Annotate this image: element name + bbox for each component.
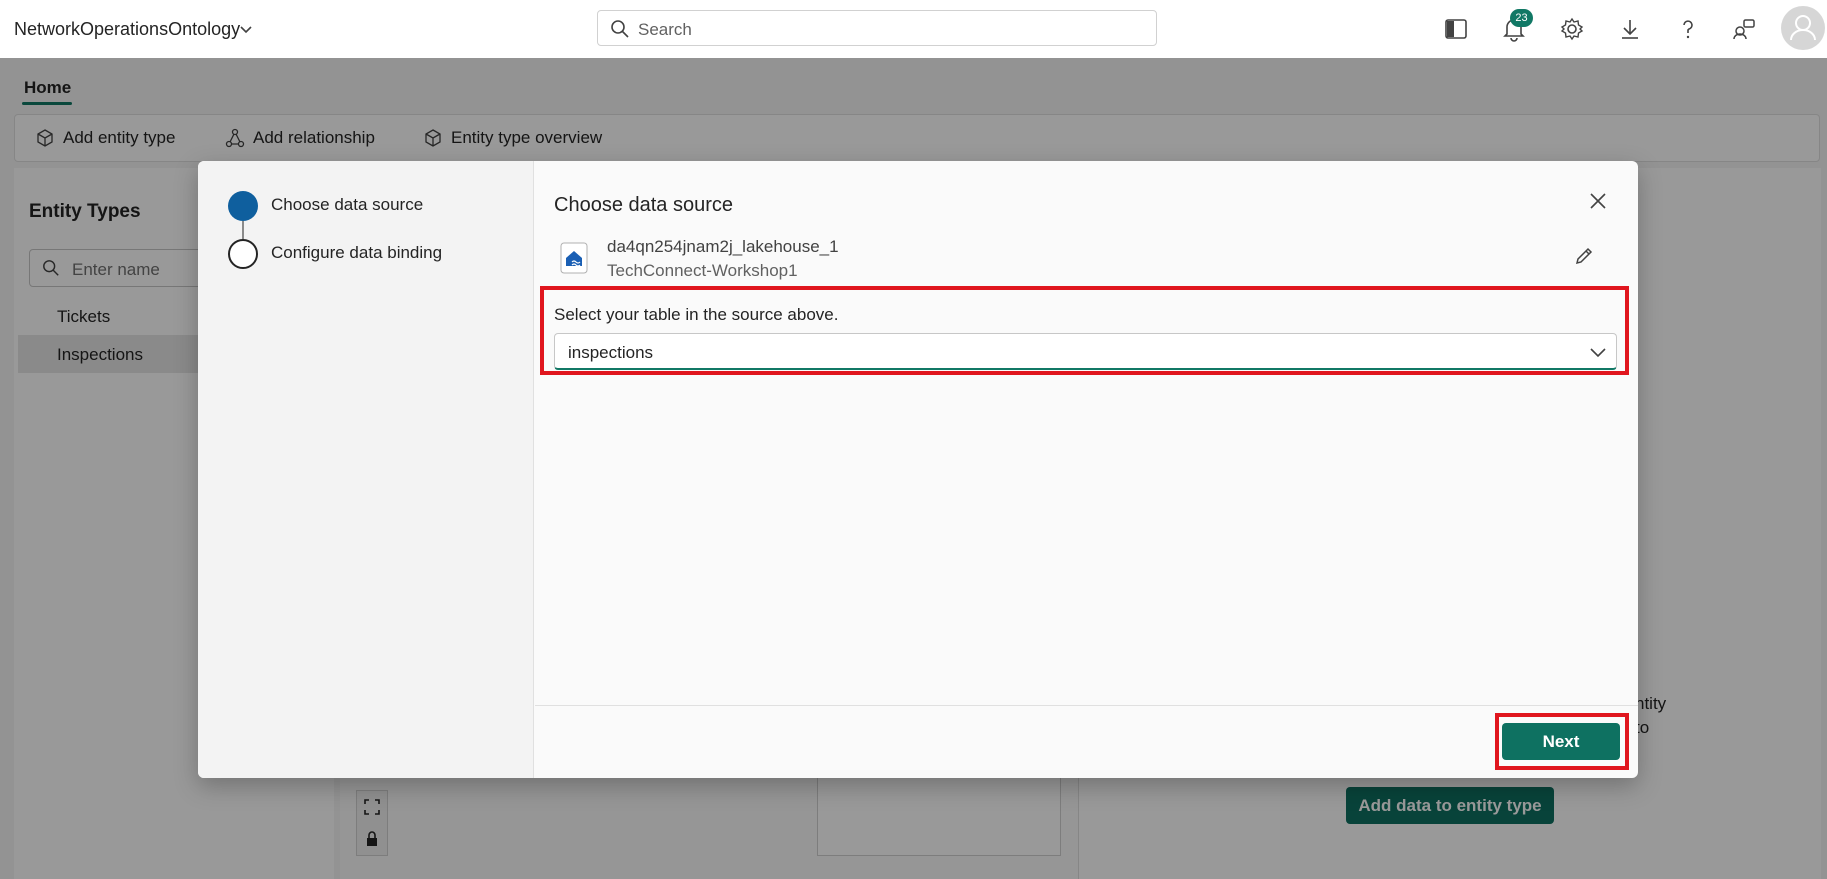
download-icon[interactable] (1617, 16, 1643, 42)
next-button[interactable]: Next (1502, 723, 1620, 760)
chevron-down-icon[interactable] (239, 23, 253, 37)
search-input[interactable]: Search (597, 10, 1157, 46)
dialog-footer-divider (535, 705, 1638, 706)
step-configure-data-binding[interactable]: Configure data binding (271, 243, 442, 263)
top-bar: NetworkOperationsOntology Search 23 (0, 0, 1827, 58)
notification-badge: 23 (1510, 9, 1533, 27)
edit-pencil-icon[interactable] (1574, 246, 1594, 266)
search-icon (610, 19, 630, 39)
source-workspace: TechConnect-Workshop1 (607, 261, 798, 280)
wizard-steps: Choose data source Configure data bindin… (198, 161, 534, 778)
step-connector (242, 221, 244, 239)
chevron-down-icon (1590, 346, 1606, 358)
workspace-name[interactable]: NetworkOperationsOntology (14, 19, 240, 40)
choose-data-source-dialog: Choose data source Configure data bindin… (198, 161, 1638, 778)
step-choose-data-source[interactable]: Choose data source (271, 195, 423, 215)
gear-icon[interactable] (1559, 16, 1585, 42)
table-dropdown-value: inspections (568, 343, 654, 362)
table-select-label: Select your table in the source above. (554, 305, 839, 324)
share-feedback-icon[interactable] (1731, 16, 1757, 42)
table-dropdown[interactable]: inspections (554, 333, 1617, 370)
lakehouse-icon (560, 242, 588, 274)
source-name: da4qn254jnam2j_lakehouse_1 (607, 237, 839, 256)
step-indicator-pending (228, 239, 258, 269)
close-icon[interactable] (1588, 191, 1608, 211)
step-indicator-active (228, 191, 258, 221)
dialog-title: Choose data source (554, 194, 734, 216)
help-icon[interactable] (1675, 16, 1701, 42)
user-avatar-icon[interactable] (1781, 6, 1825, 50)
panel-toggle-icon[interactable] (1443, 16, 1469, 42)
search-placeholder: Search (638, 20, 692, 39)
